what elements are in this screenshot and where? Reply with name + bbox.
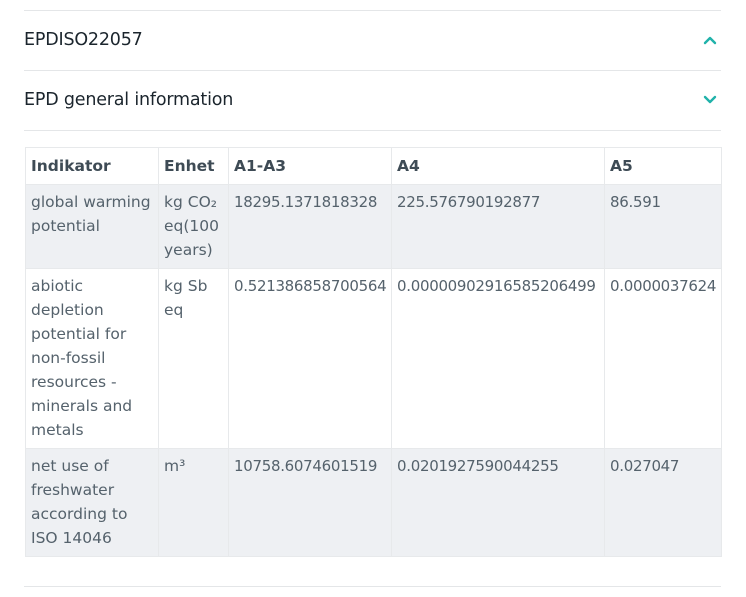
cell-a5: 86.591 xyxy=(604,184,722,269)
cell-a4: 225.576790192877 xyxy=(391,184,605,269)
column-header-a1-a3: A1-A3 xyxy=(228,147,392,185)
cell-indicator: global warming potential xyxy=(25,184,159,269)
table-row: net use of freshwater according to ISO 1… xyxy=(25,448,722,557)
epd-indicator-table: Indikator Enhet A1-A3 A4 A5 global warmi… xyxy=(25,147,722,557)
table-row: global warming potential kg CO₂ eq(100 y… xyxy=(25,184,722,269)
accordion-epdiso22057[interactable]: EPDISO22057 xyxy=(24,11,721,69)
column-header-enhet: Enhet xyxy=(158,147,229,185)
cell-a5: 0.027047 xyxy=(604,448,722,557)
cell-a1-a3: 18295.1371818328 xyxy=(228,184,392,269)
cell-unit: kg CO₂ eq(100 years) xyxy=(158,184,229,269)
chevron-up-icon[interactable] xyxy=(699,29,721,51)
cell-unit: m³ xyxy=(158,448,229,557)
divider-bottom xyxy=(24,586,721,587)
cell-a4: 0.0201927590044255 xyxy=(391,448,605,557)
cell-unit: kg Sb eq xyxy=(158,268,229,449)
accordion-title-epd-general-information: EPD general information xyxy=(24,90,234,110)
divider-content xyxy=(24,130,721,131)
chevron-down-icon[interactable] xyxy=(699,89,721,111)
table-row: abiotic depletion potential for non-foss… xyxy=(25,268,722,449)
table-header-row: Indikator Enhet A1-A3 A4 A5 xyxy=(25,147,722,185)
accordion-title-epdiso22057: EPDISO22057 xyxy=(24,30,143,50)
cell-indicator: abiotic depletion potential for non-foss… xyxy=(25,268,159,449)
column-header-indikator: Indikator xyxy=(25,147,159,185)
cell-a1-a3: 0.521386858700564 xyxy=(228,268,392,449)
cell-a1-a3: 10758.6074601519 xyxy=(228,448,392,557)
cell-a5: 0.0000037624 xyxy=(604,268,722,449)
accordion-epd-general-information[interactable]: EPD general information xyxy=(24,71,721,129)
column-header-a5: A5 xyxy=(604,147,722,185)
cell-indicator: net use of freshwater according to ISO 1… xyxy=(25,448,159,557)
cell-a4: 0.0000090291658520649​9 xyxy=(391,268,605,449)
column-header-a4: A4 xyxy=(391,147,605,185)
